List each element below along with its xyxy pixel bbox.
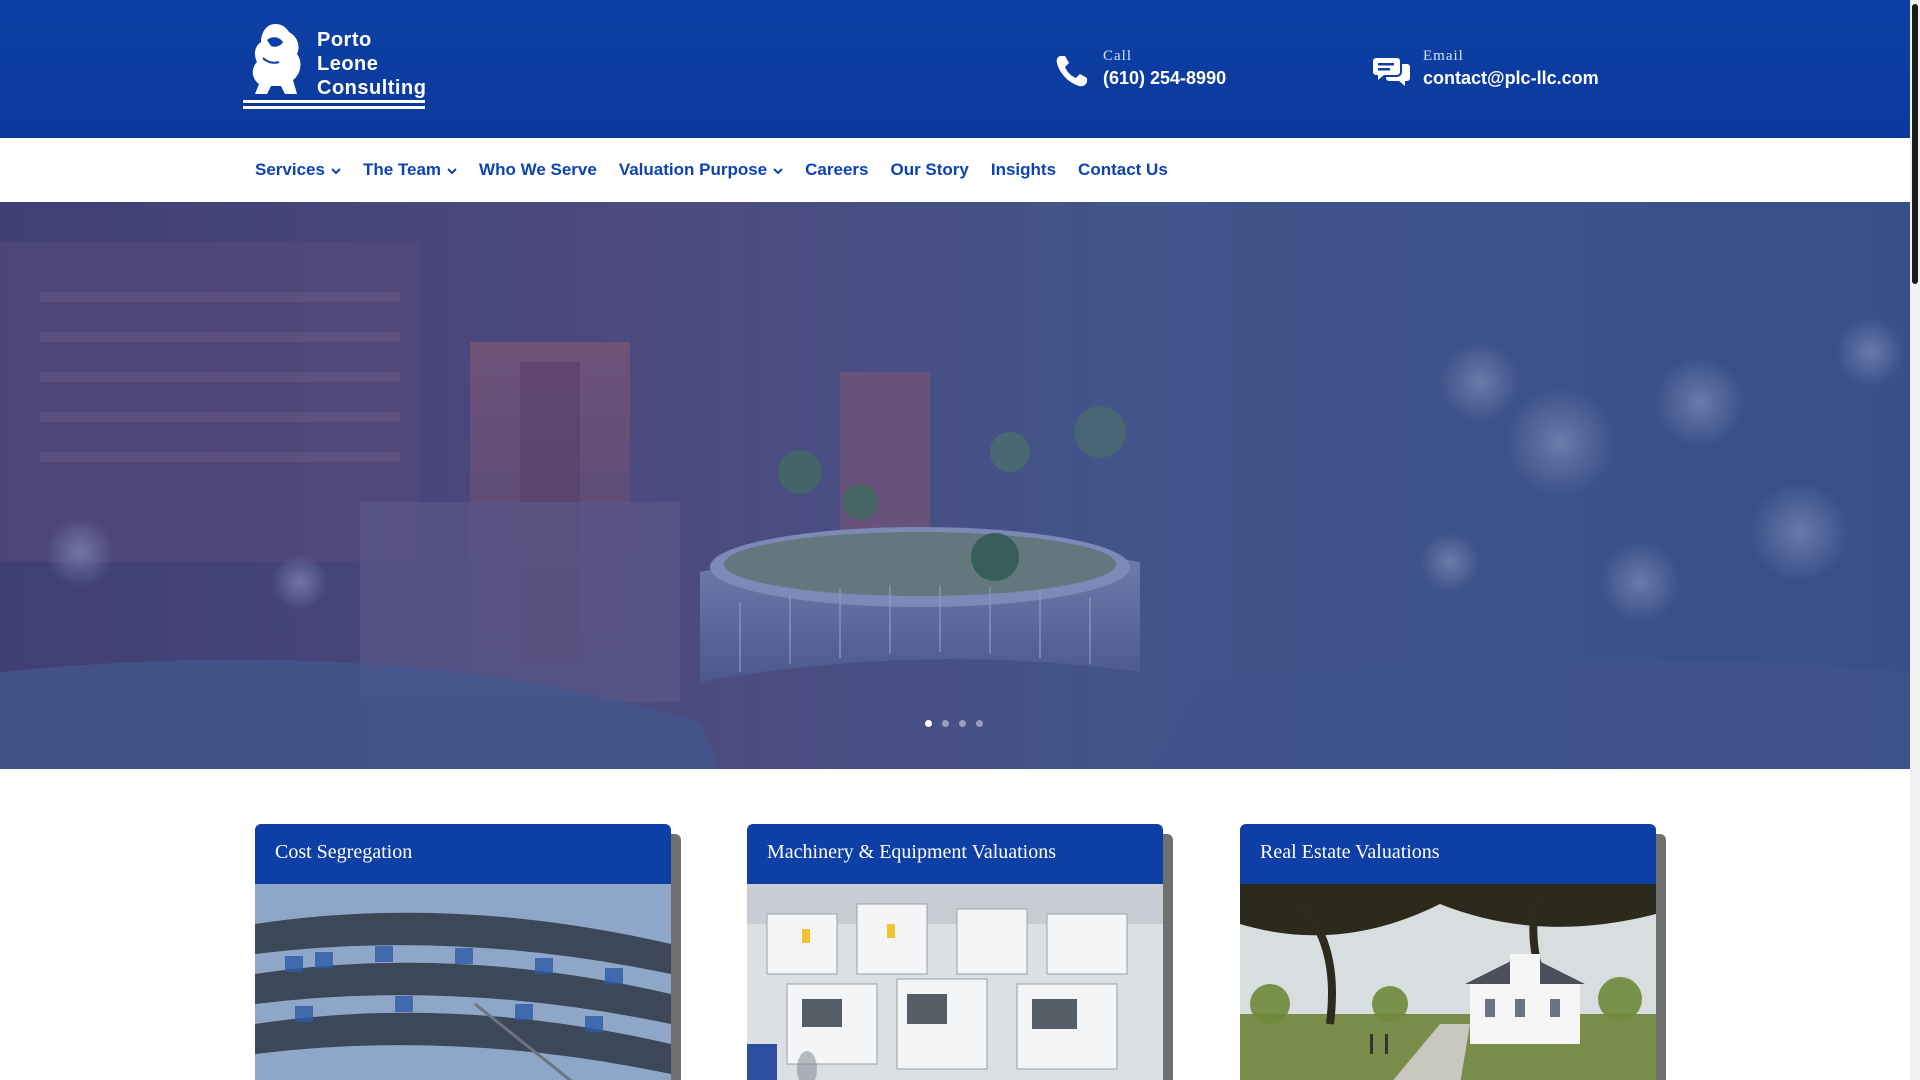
card-title[interactable]: Real Estate Valuations [1260,841,1440,864]
chevron-down-icon [773,168,783,175]
nav-item-label: The Team [362,160,442,179]
nav-item-label: Contact Us [1078,160,1168,179]
card-image-manor-house [1240,884,1656,1080]
slider-dot-3[interactable] [959,720,966,727]
nav-item-our-story[interactable]: Our Story [890,160,968,180]
nav-item-label: Our Story [890,160,969,179]
logo-line-leone: Leone [317,53,379,75]
nav-item-who-we-serve[interactable]: Who We Serve [479,160,597,180]
nav-item-services[interactable]: Services [255,160,341,180]
card-image-glass-building [255,884,671,1080]
nav-item-insights[interactable]: Insights [991,160,1056,180]
logo[interactable]: Porto Leone Consulting [237,18,431,118]
logo-line-consulting: Consulting [317,77,427,99]
card-title[interactable]: Machinery & Equipment Valuations [767,841,1056,864]
nav-item-contact-us[interactable]: Contact Us [1078,160,1168,180]
slider-pagination [925,720,983,727]
nav-menu: Services The Team Who We Serve Valuation… [255,160,1190,180]
hero-background-image [0,202,1910,769]
slider-dot-4[interactable] [976,720,983,727]
top-header: Porto Leone Consulting Call (610) 254-89… [0,0,1910,138]
logo-line-porto: Porto [317,29,372,51]
nav-item-the-team[interactable]: The Team [363,160,457,180]
card-header: Real Estate Valuations [1240,824,1656,884]
scrollbar-thumb[interactable] [1912,4,1918,284]
slider-dot-2[interactable] [942,720,949,727]
card-body: Cost Segregation [255,824,671,1080]
page: Porto Leone Consulting Call (610) 254-89… [0,0,1910,1080]
service-card-machinery-equipment[interactable]: Machinery & Equipment Valuations [747,824,1173,1080]
logo-text: Porto Leone Consulting [317,28,426,100]
call-label: Call [1103,48,1132,64]
card-header: Cost Segregation [255,824,671,884]
email-address[interactable]: contact@plc-llc.com [1423,68,1599,89]
service-card-real-estate[interactable]: Real Estate Valuations [1240,824,1666,1080]
chat-bubbles-icon [1373,52,1411,90]
card-title[interactable]: Cost Segregation [275,841,412,864]
nav-item-label: Who We Serve [479,160,597,179]
card-body: Real Estate Valuations [1240,824,1656,1080]
call-number[interactable]: (610) 254-8990 [1103,68,1226,89]
service-card-cost-segregation[interactable]: Cost Segregation [255,824,681,1080]
scrollbar[interactable] [1910,0,1920,1080]
card-image-factory-machines [747,884,1163,1080]
card-body: Machinery & Equipment Valuations [747,824,1163,1080]
chevron-down-icon [331,168,341,175]
hero-slider[interactable] [0,202,1910,769]
nav-item-label: Services [255,160,325,179]
nav-item-label: Valuation Purpose [618,160,768,179]
nav-item-label: Careers [805,160,869,179]
nav-item-label: Insights [990,160,1057,179]
card-header: Machinery & Equipment Valuations [747,824,1163,884]
nav-item-careers[interactable]: Careers [805,160,868,180]
nav-item-valuation-purpose[interactable]: Valuation Purpose [619,160,783,180]
slider-dot-1[interactable] [925,720,932,727]
phone-icon [1053,52,1091,90]
main-nav: Services The Team Who We Serve Valuation… [0,138,1910,203]
email-label: Email [1423,48,1464,64]
chevron-down-icon [447,168,457,175]
